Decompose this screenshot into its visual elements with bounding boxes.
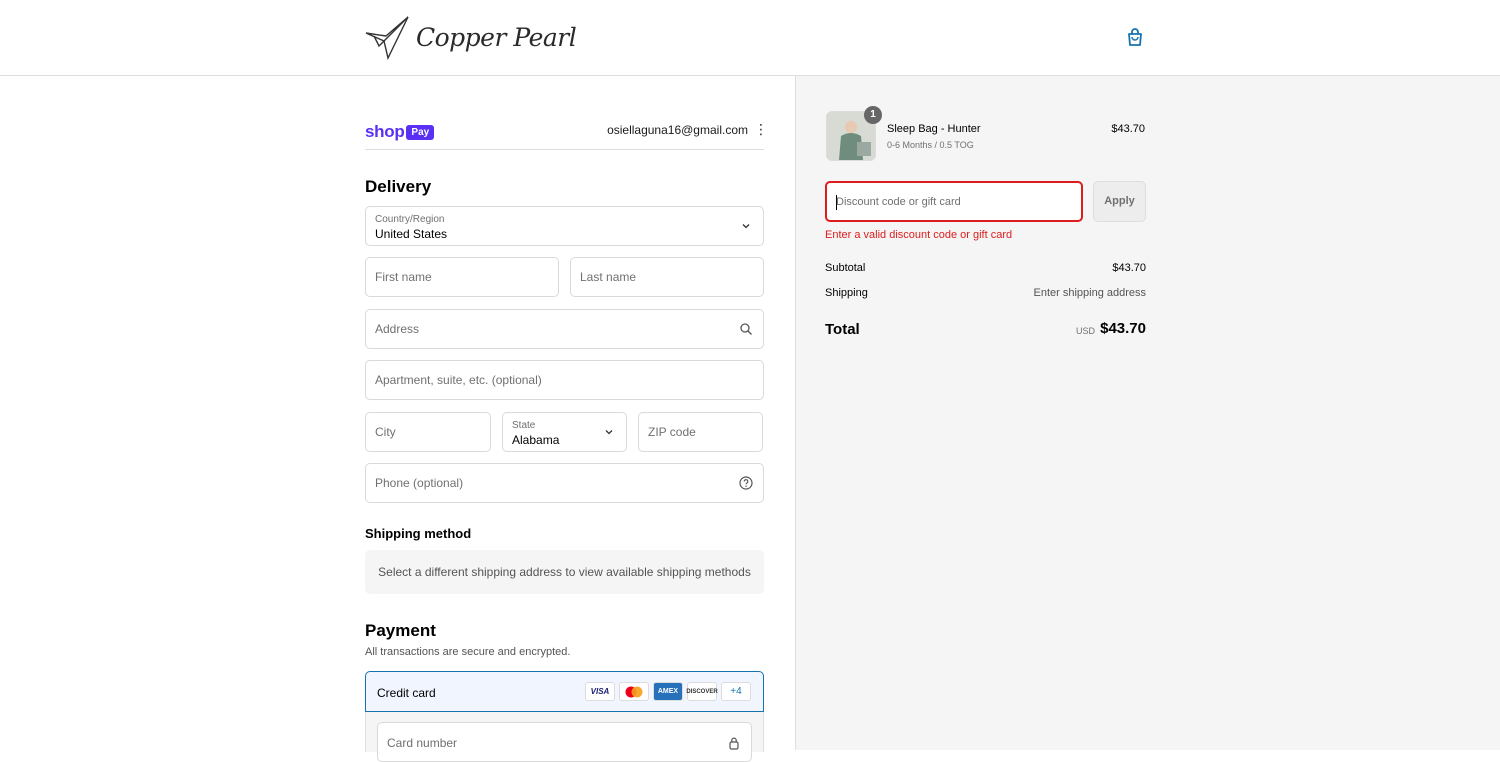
state-value: Alabama	[512, 433, 560, 447]
card-number-placeholder: Card number	[387, 736, 458, 750]
zip-field[interactable]: ZIP code	[638, 412, 763, 452]
last-name-placeholder: Last name	[580, 270, 637, 284]
state-select[interactable]: State Alabama	[502, 412, 627, 452]
amex-icon: AMEX	[653, 682, 683, 701]
visa-icon: VISA	[585, 682, 615, 701]
discount-input[interactable]: Discount code or gift card	[825, 181, 1083, 222]
discover-icon: DISCOVER	[686, 682, 718, 701]
country-label: Country/Region	[375, 214, 445, 225]
credit-card-label: Credit card	[377, 686, 436, 700]
product-name: Sleep Bag - Hunter	[887, 123, 981, 135]
apartment-placeholder: Apartment, suite, etc. (optional)	[375, 373, 542, 387]
card-number-field[interactable]: Card number	[377, 722, 752, 762]
discount-placeholder: Discount code or gift card	[836, 195, 961, 208]
discount-error: Enter a valid discount code or gift card	[825, 229, 1013, 241]
lock-icon	[729, 737, 739, 750]
chevron-down-icon	[605, 430, 613, 435]
last-name-field[interactable]: Last name	[570, 257, 764, 297]
shipping-method-message: Select a different shipping address to v…	[365, 550, 764, 594]
delivery-heading: Delivery	[365, 177, 432, 196]
help-icon[interactable]	[739, 476, 753, 490]
total-currency: USD	[1075, 326, 1095, 336]
subtotal-value: $43.70	[1112, 262, 1146, 274]
address-placeholder: Address	[375, 322, 420, 336]
subtotal-label: Subtotal	[825, 262, 866, 274]
header: Copper Pearl	[0, 0, 1500, 76]
shipping-value: Enter shipping address	[1033, 287, 1146, 299]
zip-placeholder: ZIP code	[648, 425, 696, 439]
total-label: Total	[825, 321, 860, 338]
search-icon	[740, 323, 752, 335]
address-field[interactable]: Address	[365, 309, 764, 349]
shop-pay-badge: Pay	[406, 124, 435, 140]
first-name-placeholder: First name	[375, 270, 432, 284]
paper-crane-icon	[365, 16, 409, 60]
shipping-method-heading: Shipping method	[365, 526, 472, 541]
more-cards-badge: +4	[721, 682, 751, 701]
more-options-icon[interactable]: ⋮	[754, 122, 768, 138]
country-select[interactable]: Country/Region United States	[365, 206, 764, 246]
country-value: United States	[375, 227, 448, 241]
total-row: Total USD $43.70	[825, 320, 1146, 339]
brand-logo[interactable]: Copper Pearl	[364, 14, 577, 60]
shipping-label: Shipping	[825, 287, 868, 299]
apartment-field[interactable]: Apartment, suite, etc. (optional)	[365, 360, 764, 400]
brand-name: Copper Pearl	[416, 22, 577, 52]
chevron-down-icon	[742, 224, 750, 229]
product-variant: 0-6 Months / 0.5 TOG	[887, 140, 974, 150]
payment-heading: Payment	[365, 621, 436, 640]
phone-field[interactable]: Phone (optional)	[365, 463, 764, 503]
mastercard-icon	[619, 682, 649, 701]
phone-placeholder: Phone (optional)	[375, 476, 464, 490]
apply-button[interactable]: Apply	[1093, 181, 1146, 222]
shipping-row: Shipping Enter shipping address	[825, 287, 1146, 299]
city-placeholder: City	[375, 425, 396, 439]
checkout-form: shop Pay osiellaguna16@gmail.com ⋮ Deliv…	[0, 76, 795, 762]
subtotal-row: Subtotal $43.70	[825, 262, 1146, 274]
quantity-badge: 1	[864, 106, 882, 124]
product-price: $43.70	[1111, 123, 1145, 135]
first-name-field[interactable]: First name	[365, 257, 559, 297]
shop-pay-account-row: shop Pay osiellaguna16@gmail.com ⋮	[365, 120, 768, 150]
card-brands: VISA AMEX DISCOVER +4	[585, 682, 751, 701]
total-value: $43.70	[1100, 320, 1146, 337]
credit-card-option[interactable]: Credit card VISA AMEX DISCOVER +4	[365, 671, 764, 712]
account-email: osiellaguna16@gmail.com	[607, 123, 748, 137]
cart-icon[interactable]	[1125, 27, 1145, 47]
shop-pay-logo: shop Pay	[365, 122, 435, 142]
city-field[interactable]: City	[365, 412, 491, 452]
payment-subtext: All transactions are secure and encrypte…	[365, 646, 571, 658]
order-summary: 1 Sleep Bag - Hunter 0-6 Months / 0.5 TO…	[795, 76, 1500, 750]
state-label: State	[512, 420, 536, 431]
shop-pay-word: shop	[365, 122, 405, 141]
